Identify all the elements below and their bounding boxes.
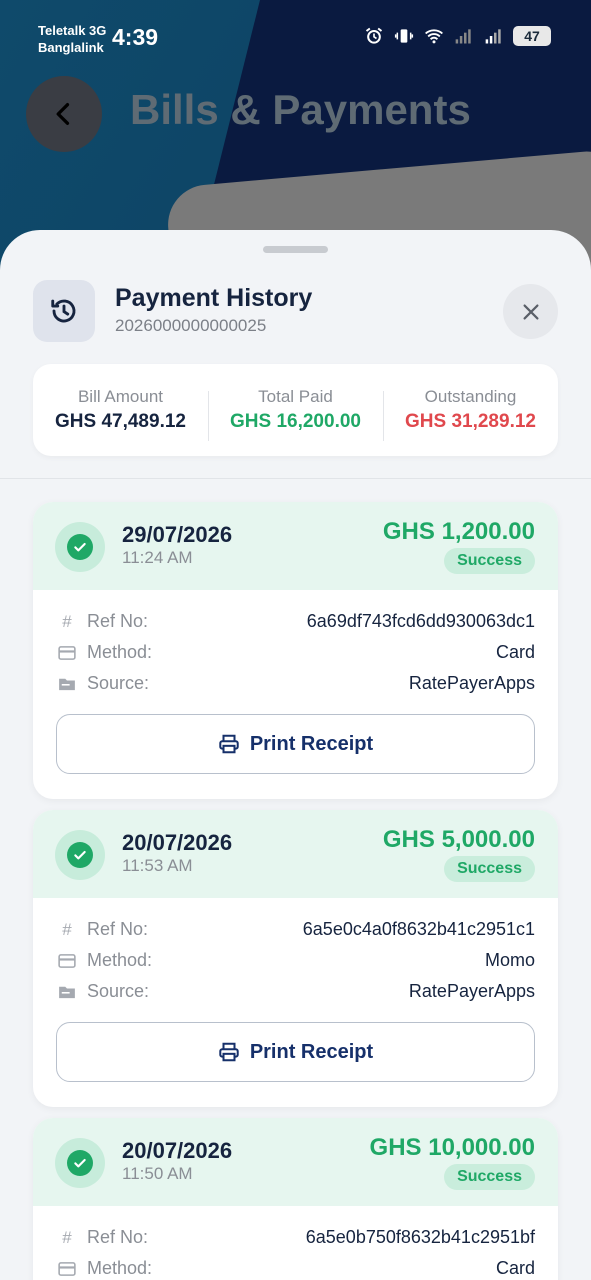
check-icon bbox=[74, 542, 86, 552]
carrier-labels: Teletalk 3G Banglalink bbox=[38, 22, 106, 56]
sheet-title: Payment History bbox=[115, 284, 313, 312]
folder-icon bbox=[56, 674, 78, 694]
hash-icon: # bbox=[62, 919, 72, 939]
detail-label: Source: bbox=[87, 981, 150, 1001]
payment-details: # Ref No: 6a69df743fcd6dd930063dc1 Metho… bbox=[33, 590, 558, 774]
summary-outstanding: Outstanding GHS 31,289.12 bbox=[383, 387, 558, 441]
summary-value: GHS 47,489.12 bbox=[55, 411, 186, 432]
success-badge bbox=[55, 1138, 105, 1188]
summary-total-paid: Total Paid GHS 16,200.00 bbox=[208, 387, 383, 441]
carrier-2: Banglalink bbox=[38, 40, 104, 55]
detail-row-ref: # Ref No: 6a5e0b750f8632b41c2951bf bbox=[56, 1222, 535, 1253]
folder-icon bbox=[56, 982, 78, 1002]
credit-card-icon bbox=[56, 951, 78, 971]
payment-amount: GHS 10,000.00 bbox=[369, 1134, 535, 1161]
payment-card: 29/07/2026 11:24 AM GHS 1,200.00 Success… bbox=[33, 502, 558, 799]
payment-date: 29/07/2026 bbox=[122, 522, 233, 547]
detail-row-method: Method: Card bbox=[56, 637, 535, 668]
close-button[interactable] bbox=[503, 284, 558, 339]
status-badge: Success bbox=[444, 1164, 535, 1190]
detail-label: Source: bbox=[87, 673, 150, 693]
alarm-icon bbox=[365, 27, 383, 44]
detail-value: 6a5e0b750f8632b41c2951bf bbox=[305, 1227, 535, 1247]
detail-row-method: Method: Card bbox=[56, 1253, 535, 1280]
payment-card: 20/07/2026 11:50 AM GHS 10,000.00 Succes… bbox=[33, 1118, 558, 1280]
divider bbox=[0, 478, 591, 479]
credit-card-icon bbox=[56, 1259, 78, 1279]
summary-bill-amount: Bill Amount GHS 47,489.12 bbox=[33, 387, 208, 433]
payment-amount: GHS 5,000.00 bbox=[382, 826, 535, 853]
detail-value: 6a5e0c4a0f8632b41c2951c1 bbox=[302, 919, 535, 939]
status-clock: 4:39 bbox=[112, 24, 159, 50]
signal-icon bbox=[485, 29, 501, 44]
payment-card: 20/07/2026 11:53 AM GHS 5,000.00 Success… bbox=[33, 810, 558, 1107]
detail-row-method: Method: Momo bbox=[56, 945, 535, 976]
summary-label: Total Paid bbox=[258, 387, 333, 406]
detail-row-ref: # Ref No: 6a69df743fcd6dd930063dc1 bbox=[56, 606, 535, 637]
detail-value: RatePayerApps bbox=[408, 673, 535, 693]
check-icon bbox=[74, 1158, 86, 1168]
payment-date: 20/07/2026 bbox=[122, 1138, 233, 1163]
detail-row-ref: # Ref No: 6a5e0c4a0f8632b41c2951c1 bbox=[56, 914, 535, 945]
payment-details: # Ref No: 6a5e0c4a0f8632b41c2951c1 Metho… bbox=[33, 898, 558, 1082]
detail-label: Method: bbox=[87, 642, 153, 662]
payment-history-sheet: Payment History 2026000000000025 Bill Am… bbox=[0, 230, 591, 1280]
print-receipt-button[interactable]: Print Receipt bbox=[56, 714, 535, 774]
credit-card-icon bbox=[56, 643, 78, 663]
history-icon-badge bbox=[33, 280, 95, 342]
detail-label: Ref No: bbox=[87, 611, 149, 631]
status-badge: Success bbox=[444, 548, 535, 574]
wifi-icon bbox=[425, 29, 443, 44]
status-bar: Teletalk 3G Banglalink 4:39 47 bbox=[0, 0, 591, 70]
success-badge bbox=[55, 522, 105, 572]
back-button[interactable] bbox=[26, 76, 102, 152]
print-receipt-button[interactable]: Print Receipt bbox=[56, 1022, 535, 1082]
hash-icon: # bbox=[62, 1227, 72, 1247]
close-icon bbox=[522, 303, 539, 320]
summary-value: GHS 31,289.12 bbox=[405, 411, 536, 432]
summary-label: Bill Amount bbox=[77, 387, 164, 406]
payment-date: 20/07/2026 bbox=[122, 830, 233, 855]
detail-row-source: Source: RatePayerApps bbox=[56, 668, 535, 699]
print-receipt-label: Print Receipt bbox=[249, 732, 374, 755]
sheet-drag-handle[interactable] bbox=[263, 246, 328, 253]
detail-label: Ref No: bbox=[87, 919, 149, 939]
detail-value: Momo bbox=[484, 950, 535, 970]
payment-details: # Ref No: 6a5e0b750f8632b41c2951bf Metho… bbox=[33, 1206, 558, 1280]
status-icons: 47 bbox=[363, 26, 551, 46]
detail-value: 6a69df743fcd6dd930063dc1 bbox=[306, 611, 535, 631]
check-icon bbox=[74, 850, 86, 860]
printer-icon bbox=[219, 734, 239, 754]
success-badge bbox=[55, 830, 105, 880]
print-receipt-label: Print Receipt bbox=[249, 1040, 374, 1063]
battery-indicator: 47 bbox=[513, 26, 551, 46]
page-title: Bills & Payments bbox=[130, 86, 471, 133]
detail-value: Card bbox=[495, 1258, 535, 1278]
payment-time: 11:50 AM bbox=[122, 1164, 193, 1183]
payment-card-header: 20/07/2026 11:50 AM GHS 10,000.00 Succes… bbox=[33, 1118, 558, 1206]
chevron-left-icon bbox=[56, 103, 70, 125]
detail-value: Card bbox=[495, 642, 535, 662]
payment-summary: Bill Amount GHS 47,489.12 Total Paid GHS… bbox=[33, 364, 558, 456]
summary-value: GHS 16,200.00 bbox=[230, 411, 361, 432]
payment-card-header: 29/07/2026 11:24 AM GHS 1,200.00 Success bbox=[33, 502, 558, 590]
detail-value: RatePayerApps bbox=[408, 981, 535, 1001]
summary-label: Outstanding bbox=[424, 387, 517, 406]
detail-label: Ref No: bbox=[87, 1227, 149, 1247]
bill-number: 2026000000000025 bbox=[115, 316, 267, 335]
payment-time: 11:24 AM bbox=[122, 548, 193, 567]
payment-amount: GHS 1,200.00 bbox=[382, 518, 535, 545]
history-icon bbox=[51, 299, 76, 323]
payment-card-header: 20/07/2026 11:53 AM GHS 5,000.00 Success bbox=[33, 810, 558, 898]
detail-label: Method: bbox=[87, 950, 153, 970]
signal-icon bbox=[455, 29, 471, 44]
carrier-1: Teletalk 3G bbox=[38, 23, 107, 38]
vibrate-icon bbox=[394, 29, 414, 43]
payment-time: 11:53 AM bbox=[122, 856, 193, 875]
detail-label: Method: bbox=[87, 1258, 153, 1278]
hash-icon: # bbox=[62, 611, 72, 631]
printer-icon bbox=[219, 1042, 239, 1062]
status-badge: Success bbox=[444, 856, 535, 882]
detail-row-source: Source: RatePayerApps bbox=[56, 976, 535, 1007]
